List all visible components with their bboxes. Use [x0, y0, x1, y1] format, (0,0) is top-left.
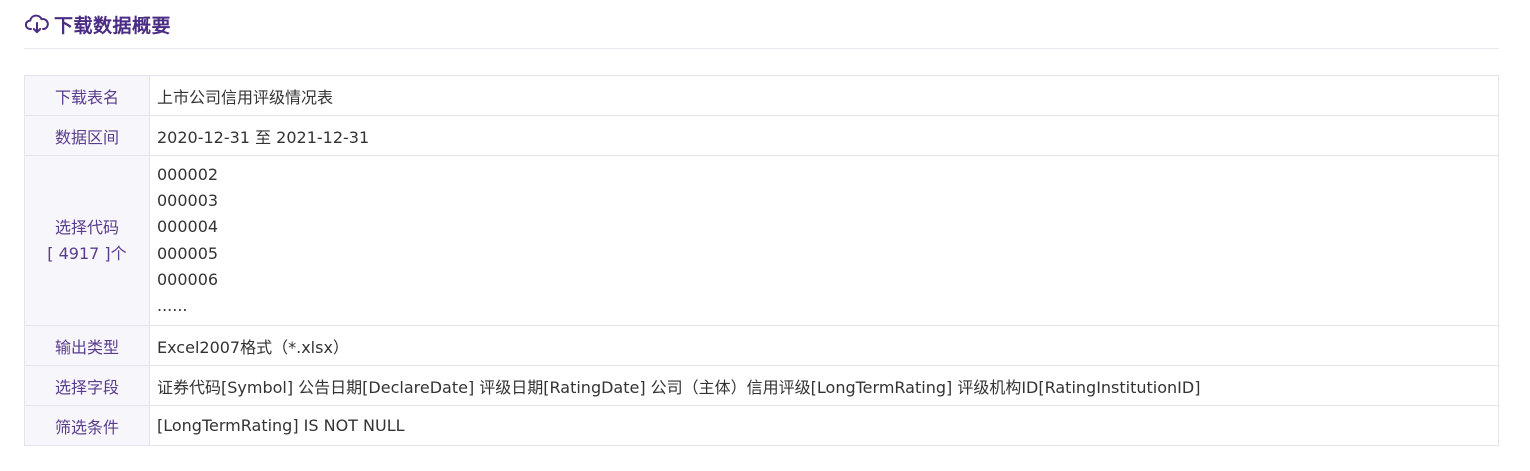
- row-value-selected-fields: 证券代码[Symbol] 公告日期[DeclareDate] 评级日期[Rati…: [149, 365, 1499, 406]
- row-label-codes: 选择代码 [ 4917 ]个: [24, 155, 150, 326]
- row-label: 选择代码: [54, 217, 119, 237]
- row-label: 输出类型: [24, 325, 150, 366]
- row-value-output-type: Excel2007格式（*.xlsx）: [149, 325, 1499, 366]
- list-item: 000003: [157, 190, 219, 210]
- row-value-date-range: 2020-12-31 至 2021-12-31: [149, 115, 1499, 156]
- list-item-ellipsis: ......: [157, 296, 188, 316]
- summary-table: 下载表名 上市公司信用评级情况表 数据区间 2020-12-31 至 2021-…: [24, 75, 1499, 446]
- table-row-filter-condition: 筛选条件 [LongTermRating] IS NOT NULL: [24, 405, 1499, 446]
- list-item: 000006: [157, 269, 219, 289]
- row-value-table-name: 上市公司信用评级情况表: [149, 75, 1499, 116]
- panel-title: 下载数据概要: [54, 14, 172, 37]
- row-label: 选择字段: [24, 365, 150, 406]
- table-row-table-name: 下载表名 上市公司信用评级情况表: [24, 75, 1499, 116]
- panel-header: 下载数据概要: [24, 0, 1499, 49]
- table-row-output-type: 输出类型 Excel2007格式（*.xlsx）: [24, 325, 1499, 366]
- list-item: 000005: [157, 243, 219, 263]
- cloud-download-icon: [24, 14, 50, 34]
- row-value-filter-condition: [LongTermRating] IS NOT NULL: [149, 405, 1499, 446]
- list-item: 000004: [157, 217, 219, 237]
- row-label: 数据区间: [24, 115, 150, 156]
- table-row-selected-codes: 选择代码 [ 4917 ]个 000002 000003 000004 0000…: [24, 155, 1499, 326]
- row-label: 筛选条件: [24, 405, 150, 446]
- code-count: [ 4917 ]个: [47, 243, 127, 263]
- row-value-codes: 000002 000003 000004 000005 000006 .....…: [149, 155, 1499, 326]
- table-row-selected-fields: 选择字段 证券代码[Symbol] 公告日期[DeclareDate] 评级日期…: [24, 365, 1499, 406]
- table-row-date-range: 数据区间 2020-12-31 至 2021-12-31: [24, 115, 1499, 156]
- row-label: 下载表名: [24, 75, 150, 116]
- list-item: 000002: [157, 164, 219, 184]
- download-summary-panel: 下载数据概要 下载表名 上市公司信用评级情况表 数据区间 2020-12-31 …: [24, 0, 1499, 446]
